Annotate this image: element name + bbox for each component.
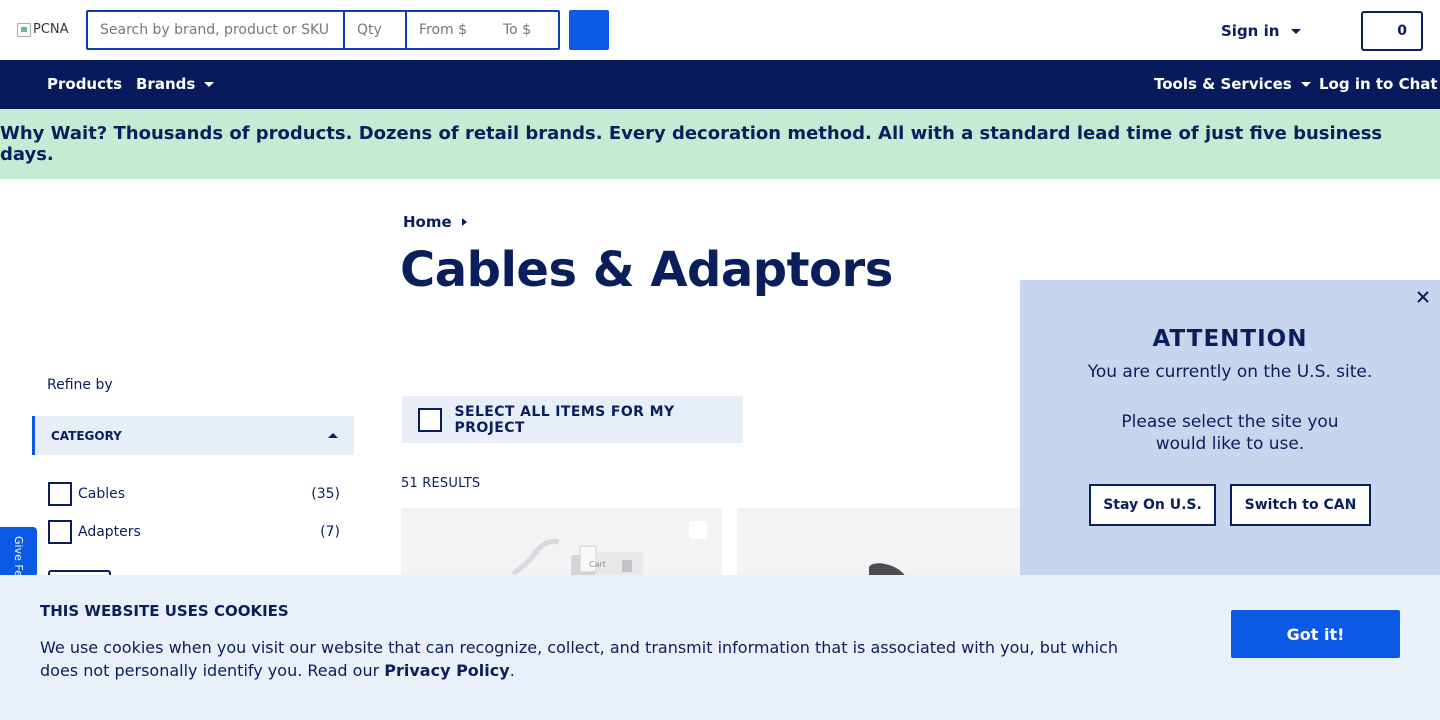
nav-brands[interactable]: Brands	[136, 75, 215, 93]
cart-button[interactable]: 0	[1361, 11, 1423, 51]
feedback-label: Give Feedback	[12, 536, 25, 577]
switch-can-button[interactable]: Switch to CAN	[1230, 484, 1371, 526]
price-to-input[interactable]: To $	[491, 12, 558, 48]
facet-count: (7)	[320, 524, 340, 540]
stay-us-button[interactable]: Stay On U.S.	[1089, 484, 1216, 526]
search-group: Search by brand, product or SKU Qty From…	[86, 10, 560, 50]
pcna-logo[interactable]: PCNA	[17, 22, 69, 37]
promo-banner: Why Wait? Thousands of products. Dozens …	[0, 109, 1440, 179]
breadcrumb-home[interactable]: Home	[403, 213, 452, 231]
product-image-text: Cart	[589, 560, 606, 569]
chevron-up-icon	[328, 433, 338, 438]
checkbox[interactable]	[48, 520, 72, 544]
site-selector-modal: ATTENTION You are currently on the U.S. …	[1020, 280, 1440, 576]
got-it-button[interactable]: Got it!	[1231, 610, 1400, 658]
cookie-banner: THIS WEBSITE USES COOKIES We use cookies…	[0, 575, 1440, 720]
facet-cables[interactable]: Cables (35)	[48, 482, 340, 506]
modal-title: ATTENTION	[1152, 326, 1308, 352]
facet-count: (35)	[311, 486, 340, 502]
main-nav: Products Brands Tools & Services Log in …	[0, 60, 1440, 109]
facet-label: Adapters	[78, 524, 141, 540]
nav-chat[interactable]: Log in to Chat	[1319, 75, 1438, 93]
cookie-text-block: We use cookies when you visit our websit…	[40, 636, 1130, 682]
privacy-policy-link[interactable]: Privacy Policy	[384, 661, 509, 680]
category-heading: CATEGORY	[51, 428, 122, 443]
select-all-label: SELECT ALL ITEMS FOR MY PROJECT	[454, 403, 675, 436]
close-icon[interactable]	[1416, 290, 1430, 304]
cookie-suffix: .	[509, 661, 515, 680]
results-count: 51 RESULTS	[401, 476, 481, 491]
broken-image-icon	[17, 22, 31, 37]
nav-chat-label: Log in to Chat	[1319, 75, 1438, 93]
checkbox[interactable]	[418, 407, 442, 432]
nav-products[interactable]: Products	[47, 75, 122, 93]
modal-prompt: Please select the site you would like to…	[1121, 412, 1339, 454]
refine-label: Refine by	[47, 377, 113, 393]
nav-tools-services[interactable]: Tools & Services	[1154, 75, 1311, 93]
facet-adapters[interactable]: Adapters (7)	[48, 520, 340, 544]
checkbox[interactable]	[48, 482, 72, 506]
search-input[interactable]: Search by brand, product or SKU	[88, 12, 345, 48]
logo-alt-text: PCNA	[33, 22, 69, 37]
select-all-toggle[interactable]: SELECT ALL ITEMS FOR MY PROJECT	[402, 396, 743, 443]
product-select-checkbox[interactable]	[689, 521, 707, 539]
breadcrumb: Home	[403, 213, 467, 231]
chevron-right-icon	[461, 218, 467, 226]
search-button[interactable]	[569, 10, 609, 50]
chevron-down-icon	[1291, 28, 1302, 34]
nav-products-label: Products	[47, 75, 123, 93]
nav-brands-label: Brands	[136, 75, 196, 93]
quantity-input[interactable]: Qty	[345, 12, 407, 48]
page-title: Cables & Adaptors	[400, 242, 893, 298]
chevron-down-icon	[1300, 81, 1311, 87]
nav-tools-label: Tools & Services	[1154, 75, 1292, 93]
category-filter-toggle[interactable]: CATEGORY	[32, 416, 354, 455]
cart-count: 0	[1397, 23, 1407, 39]
modal-message: You are currently on the U.S. site.	[1087, 362, 1373, 382]
search-icon	[581, 22, 594, 35]
feedback-tab[interactable]: Give Feedback	[0, 527, 37, 577]
site-header: PCNA Search by brand, product or SKU Qty…	[0, 0, 1440, 60]
chevron-down-icon	[204, 81, 215, 87]
sign-in-label: Sign in	[1221, 22, 1280, 40]
cookie-text: We use cookies when you visit our websit…	[40, 638, 1118, 680]
sign-in-menu[interactable]: Sign in	[1221, 22, 1302, 40]
price-from-input[interactable]: From $	[407, 12, 491, 48]
cookie-title: THIS WEBSITE USES COOKIES	[40, 602, 289, 620]
facet-label: Cables	[78, 486, 126, 502]
